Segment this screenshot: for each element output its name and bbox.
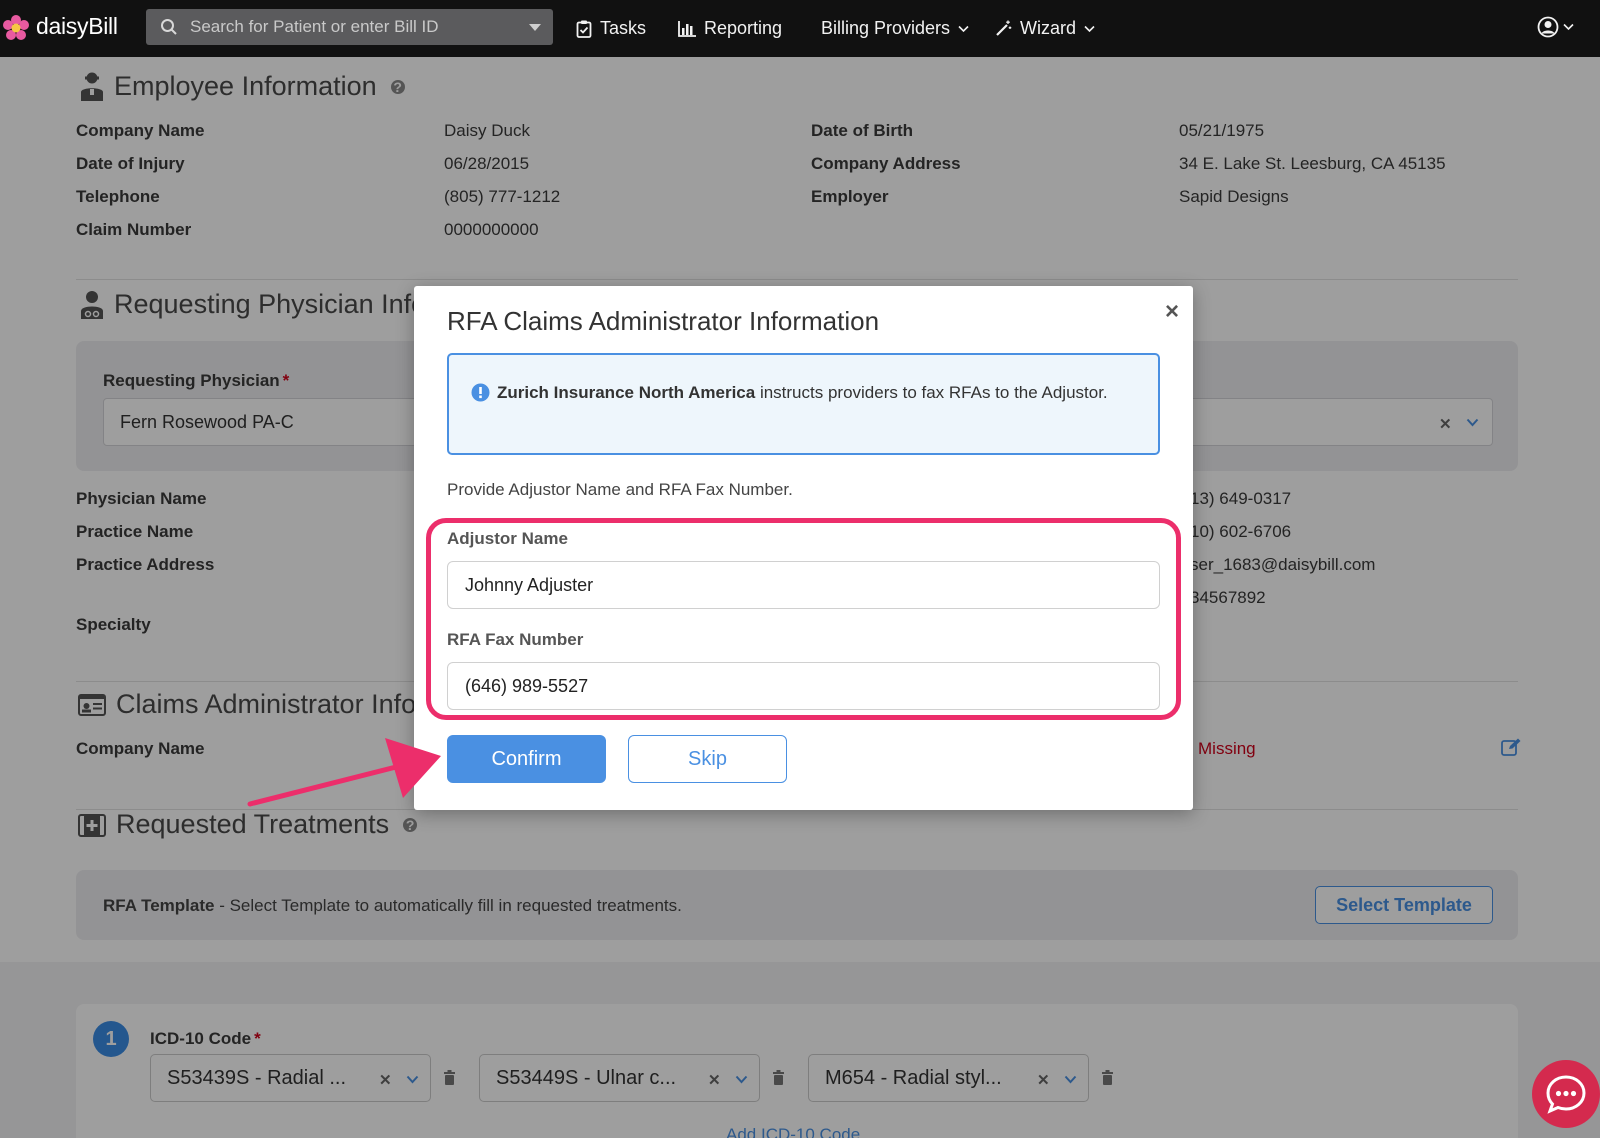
info-alert: Zurich Insurance North America instructs…: [447, 353, 1160, 455]
alert-rest: instructs providers to fax RFAs to the A…: [755, 383, 1108, 402]
patient-search[interactable]: [146, 9, 553, 45]
nav-reporting[interactable]: Reporting: [678, 0, 782, 57]
close-icon[interactable]: ×: [1165, 298, 1179, 326]
brand-name[interactable]: daisyBill: [36, 13, 118, 40]
rfa-claims-admin-modal: RFA Claims Administrator Information × Z…: [414, 286, 1193, 810]
rfa-fax-number-label: RFA Fax Number: [447, 630, 584, 649]
search-icon: [161, 19, 177, 35]
clipboard-check-icon: [576, 20, 592, 38]
skip-button[interactable]: Skip: [628, 735, 787, 783]
alert-message: Zurich Insurance North America instructs…: [497, 379, 1117, 407]
magic-wand-icon: [996, 20, 1012, 36]
daisy-logo-icon[interactable]: [2, 14, 30, 42]
top-navbar: daisyBill Tasks Reporting Billing Provid…: [0, 0, 1600, 57]
chevron-down-icon: [1084, 25, 1095, 32]
chevron-down-icon: [958, 25, 969, 32]
user-menu[interactable]: [1537, 16, 1574, 38]
search-input[interactable]: [190, 9, 510, 45]
nav-tasks[interactable]: Tasks: [576, 0, 646, 57]
chat-bubble-icon: [1546, 1075, 1586, 1114]
adjustor-name-label: Adjustor Name: [447, 529, 568, 548]
alert-company: Zurich Insurance North America: [497, 383, 756, 402]
info-icon: [471, 383, 490, 402]
nav-reporting-label: Reporting: [704, 18, 783, 38]
user-circle-icon: [1537, 16, 1559, 38]
modal-instruction: Provide Adjustor Name and RFA Fax Number…: [447, 480, 793, 499]
nav-wizard-label: Wizard: [1020, 18, 1077, 38]
rfa-fax-number-input[interactable]: [447, 662, 1160, 710]
search-dropdown-caret-icon[interactable]: [529, 24, 541, 31]
confirm-button[interactable]: Confirm: [447, 735, 606, 783]
nav-billing-providers[interactable]: Billing Providers: [821, 0, 969, 57]
adjustor-name-input[interactable]: [447, 561, 1160, 609]
modal-title: RFA Claims Administrator Information: [447, 306, 880, 336]
chevron-down-icon: [1563, 23, 1574, 31]
bar-chart-icon: [678, 20, 696, 37]
nav-tasks-label: Tasks: [600, 18, 647, 38]
chat-button[interactable]: [1532, 1060, 1600, 1128]
nav-wizard[interactable]: Wizard: [995, 0, 1095, 57]
nav-billing-providers-label: Billing Providers: [821, 18, 951, 38]
annotation-arrow-icon: [247, 738, 441, 807]
